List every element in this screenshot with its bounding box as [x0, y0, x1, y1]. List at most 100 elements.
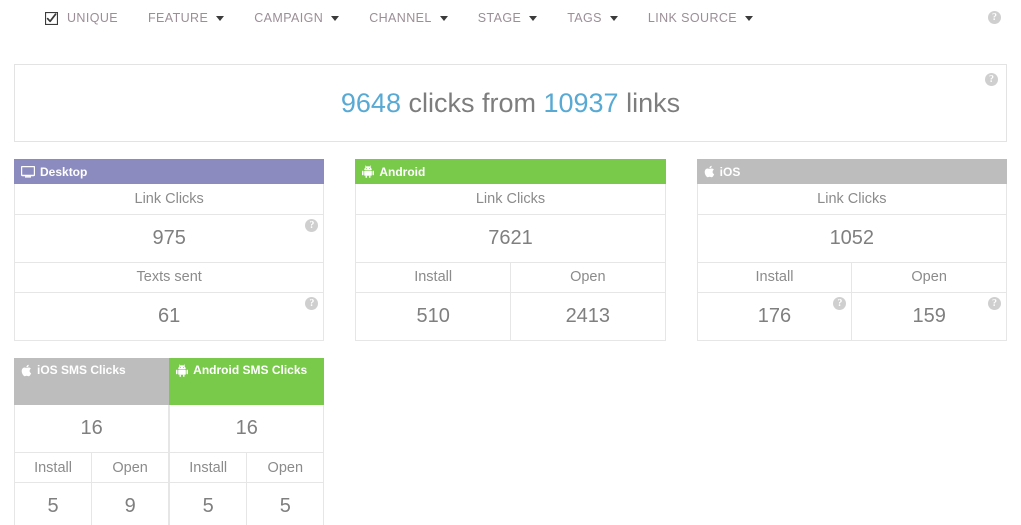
help-icon[interactable]: ?: [305, 218, 319, 232]
desktop-texts-sent-label: Texts sent: [13, 262, 325, 293]
card-title: iOS: [719, 164, 741, 179]
card-android-sms-clicks: Android SMS Clicks 16 Install Open 5 5: [169, 357, 325, 525]
card-title: Android: [379, 164, 426, 179]
desktop-texts-sent-value: 61 ?: [13, 292, 325, 341]
card-title: Android SMS Clicks: [193, 362, 308, 377]
metric-value: 61: [158, 304, 181, 327]
table-row: Install Open: [355, 262, 666, 293]
table-row: 61 ?: [13, 292, 325, 341]
card-title: iOS SMS Clicks: [37, 362, 126, 377]
android-sms-open-value: 5: [246, 482, 325, 525]
nav-item-label: LINK SOURCE: [647, 11, 738, 25]
apple-logo-icon: [704, 165, 715, 178]
ios-link-clicks-label: Link Clicks: [696, 184, 1007, 215]
desktop-metrics-table: Link Clicks 975 ? Texts sent 61 ?: [13, 184, 325, 341]
table-row: 16: [13, 404, 170, 453]
desktop-link-clicks-value: 975 ?: [13, 214, 325, 263]
card-desktop-header: Desktop: [14, 159, 325, 184]
help-icon[interactable]: ?: [833, 296, 847, 310]
android-open-label: Open: [509, 262, 666, 293]
card-android: Android Link Clicks 7621 Install Open 51…: [355, 159, 666, 525]
nav-item-label: FEATURE: [148, 11, 209, 25]
card-ios-sms-clicks: iOS SMS Clicks 16 Install Open 5 9: [13, 357, 170, 525]
metric-value: 159: [912, 304, 946, 327]
android-install-label: Install: [355, 262, 511, 293]
chevron-down-icon: [216, 15, 225, 21]
ios-install-value: 176 ?: [696, 292, 853, 341]
links-text: links: [618, 87, 681, 118]
nav-item-stage[interactable]: STAGE: [478, 11, 538, 25]
table-row: Install Open: [13, 452, 170, 483]
android-sms-install-value: 5: [169, 482, 248, 525]
desktop-link-clicks-label: Link Clicks: [13, 184, 325, 215]
table-row: 5 9: [13, 482, 170, 525]
nav-item-label: CAMPAIGN: [254, 11, 324, 25]
metric-value: 975: [152, 226, 186, 249]
clicks-count: 9648: [340, 87, 401, 118]
summary-banner: 9648 clicks from 10937 links ?: [14, 64, 1007, 142]
clicks-from-text: clicks from: [400, 87, 544, 118]
apple-logo-icon: [21, 363, 32, 377]
chevron-down-icon: [331, 15, 340, 21]
android-sms-install-label: Install: [169, 452, 248, 483]
help-icon[interactable]: ?: [987, 296, 1001, 310]
nav-item-tags[interactable]: TAGS: [567, 11, 618, 25]
nav-item-label: UNIQUE: [67, 11, 119, 25]
ios-sms-install-label: Install: [13, 452, 93, 483]
android-robot-icon: [362, 165, 375, 178]
table-row: 975 ?: [13, 214, 325, 263]
desktop-monitor-icon: [21, 165, 35, 178]
ios-sms-total: 16: [13, 404, 170, 453]
ios-install-label: Install: [696, 262, 853, 293]
ios-metrics-table: Link Clicks 1052 Install Open 176 ? 159 …: [696, 184, 1007, 341]
table-row: 16: [169, 404, 325, 453]
nav-item-channel[interactable]: CHANNEL: [369, 11, 448, 25]
ios-open-value: 159 ?: [851, 292, 1007, 341]
android-sms-total: 16: [169, 404, 325, 453]
card-android-header: Android: [355, 159, 666, 184]
table-row: Link Clicks: [696, 184, 1007, 215]
ios-sms-table: 16 Install Open 5 9: [13, 404, 170, 525]
card-ios: iOS Link Clicks 1052 Install Open 176 ? …: [696, 159, 1007, 525]
table-row: 176 ? 159 ?: [696, 292, 1007, 341]
links-count: 10937: [543, 87, 619, 118]
table-row: 510 2413: [355, 292, 666, 341]
summary-text: 9648 clicks from 10937 links: [341, 88, 680, 119]
nav-item-label: CHANNEL: [369, 11, 432, 25]
ios-link-clicks-value: 1052: [696, 214, 1007, 263]
help-icon[interactable]: ?: [988, 11, 1001, 24]
sms-clicks-row: iOS SMS Clicks 16 Install Open 5 9 Andro…: [13, 357, 325, 525]
table-row: Install Open: [169, 452, 325, 483]
android-metrics-table: Link Clicks 7621 Install Open 510 2413: [355, 184, 666, 341]
nav-item-campaign[interactable]: CAMPAIGN: [254, 11, 340, 25]
android-robot-icon: [176, 363, 189, 377]
nav-item-link-source[interactable]: LINK SOURCE: [647, 11, 754, 25]
table-row: Link Clicks: [13, 184, 325, 215]
android-install-value: 510: [355, 292, 511, 341]
android-sms-header: Android SMS Clicks: [169, 357, 325, 405]
chevron-down-icon: [529, 15, 538, 21]
ios-open-label: Open: [851, 262, 1007, 293]
android-sms-open-label: Open: [246, 452, 325, 483]
help-icon[interactable]: ?: [305, 296, 319, 310]
metric-value: 176: [757, 304, 792, 327]
nav-item-label: TAGS: [567, 11, 602, 25]
ios-sms-open-value: 9: [91, 482, 170, 525]
card-desktop: Desktop Link Clicks 975 ? Texts sent 61 …: [13, 159, 325, 525]
card-ios-header: iOS: [696, 159, 1007, 184]
platform-cards-row: Desktop Link Clicks 975 ? Texts sent 61 …: [13, 159, 1007, 525]
nav-item-unique[interactable]: UNIQUE: [45, 11, 118, 25]
table-row: 1052: [696, 214, 1007, 263]
chevron-down-icon: [609, 15, 618, 21]
nav-item-feature[interactable]: FEATURE: [148, 11, 225, 25]
android-link-clicks-value: 7621: [355, 214, 666, 263]
table-row: Texts sent: [13, 262, 325, 293]
help-icon[interactable]: ?: [985, 73, 998, 86]
ios-sms-header: iOS SMS Clicks: [14, 357, 170, 405]
chevron-down-icon: [439, 15, 448, 21]
table-row: Install Open: [696, 262, 1007, 293]
chevron-down-icon: [745, 15, 754, 21]
table-row: 5 5: [169, 482, 325, 525]
table-row: Link Clicks: [355, 184, 666, 215]
table-row: 7621: [355, 214, 666, 263]
